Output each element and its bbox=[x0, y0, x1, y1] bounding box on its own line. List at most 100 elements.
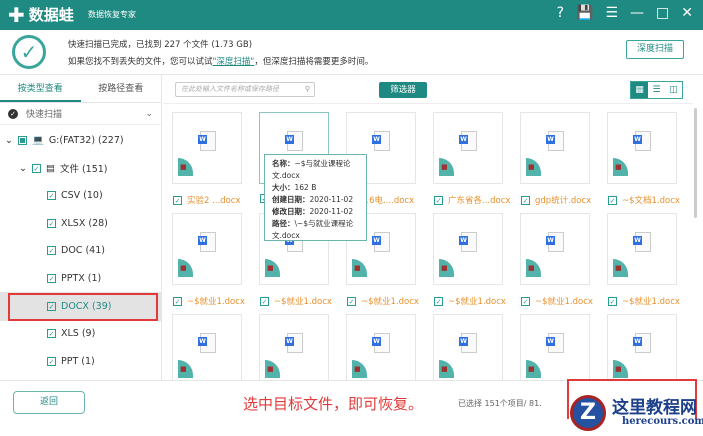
file-name: gdp统计.docx bbox=[535, 196, 592, 206]
file-checkbox[interactable]: ✓ bbox=[173, 195, 182, 205]
file-thumbnail[interactable]: W■ bbox=[520, 314, 590, 380]
tooltip-name-label: 名称： bbox=[272, 159, 295, 168]
file-item[interactable]: ✓ ~$就业1.docx bbox=[521, 295, 593, 307]
back-button[interactable]: 返回 bbox=[13, 391, 85, 414]
file-item[interactable]: ✓ 广东省各...docx bbox=[434, 194, 510, 206]
scrollbar[interactable] bbox=[694, 108, 697, 218]
minimize-button[interactable]: — bbox=[630, 5, 644, 21]
tab-by-path[interactable]: 按路径查看 bbox=[81, 75, 162, 102]
tree-folder[interactable]: ⌄ ✓ ▤ 文件 (151) bbox=[19, 158, 108, 178]
file-checkbox[interactable]: ✓ bbox=[173, 296, 182, 306]
file-item[interactable]: ✓ gdp统计.docx bbox=[521, 194, 591, 206]
check-icon: ✓ bbox=[8, 108, 18, 119]
word-doc-icon: W bbox=[546, 333, 564, 353]
word-doc-icon: W bbox=[546, 232, 564, 252]
file-checkbox[interactable]: ✓ bbox=[347, 296, 356, 306]
file-item[interactable]: ✓ ~$文档1.docx bbox=[608, 194, 680, 206]
search-icon[interactable]: ⚲ bbox=[305, 83, 310, 96]
tooltip-path-label: 路径： bbox=[272, 219, 295, 228]
file-checkbox[interactable]: ✓ bbox=[434, 296, 443, 306]
chevron-down-icon[interactable]: ⌄ bbox=[5, 135, 13, 146]
help-icon[interactable]: ? bbox=[557, 5, 564, 21]
grid-view-icon[interactable]: ▦ bbox=[631, 82, 648, 98]
close-button[interactable]: ✕ bbox=[681, 5, 693, 21]
tree-type-pptx[interactable]: ✓ PPTX (1) bbox=[47, 268, 101, 288]
search-placeholder: 在此处输入文件名称或保存路径 bbox=[181, 85, 279, 93]
maximize-button[interactable]: □ bbox=[656, 5, 669, 21]
file-item[interactable]: ✓ ~$就业1.docx bbox=[434, 295, 506, 307]
deep-scan-link[interactable]: "深度扫描" bbox=[213, 57, 255, 67]
scan-mode-label: 快速扫描 bbox=[26, 110, 63, 120]
checkbox[interactable]: ✓ bbox=[47, 328, 56, 338]
tab-by-type[interactable]: 按类型查看 bbox=[0, 75, 81, 102]
word-doc-icon: W bbox=[459, 333, 477, 353]
file-thumbnail[interactable]: W■ bbox=[172, 314, 242, 380]
checkbox[interactable]: ✓ bbox=[47, 356, 56, 366]
file-checkbox[interactable]: ✓ bbox=[608, 195, 617, 205]
file-thumbnail[interactable]: W■ bbox=[172, 112, 242, 184]
file-checkbox[interactable]: ✓ bbox=[521, 195, 530, 205]
toolbar: 在此处输入文件名称或保存路径 ⚲ 筛选器 ▦ ☰ ◫ bbox=[163, 75, 703, 103]
tree-type-csv[interactable]: ✓ CSV (10) bbox=[47, 185, 103, 205]
file-checkbox[interactable]: ✓ bbox=[608, 296, 617, 306]
tree-type-ppt[interactable]: ✓ PPT (1) bbox=[47, 351, 95, 371]
file-item[interactable]: ✓ ~$就业1.docx bbox=[347, 295, 419, 307]
file-thumbnail[interactable]: W■ bbox=[172, 213, 242, 285]
footer: 返回 选中目标文件，即可恢复。 已选择 151个项目/ 81. Z 这里教程网 … bbox=[0, 379, 703, 435]
deleted-badge-icon: ■ bbox=[613, 158, 628, 176]
type-label: PPT (1) bbox=[61, 355, 95, 367]
tree-type-xlsx[interactable]: ✓ XLSX (28) bbox=[47, 213, 108, 233]
checkbox[interactable]: ✓ bbox=[47, 218, 56, 228]
watermark-logo-icon: Z bbox=[570, 395, 606, 431]
file-thumbnail[interactable]: W■ bbox=[607, 112, 677, 184]
tooltip-size-label: 大小： bbox=[272, 183, 295, 192]
drive-checkbox[interactable] bbox=[17, 135, 27, 145]
file-thumbnail[interactable]: W■ bbox=[520, 213, 590, 285]
deleted-badge-icon: ■ bbox=[439, 360, 454, 378]
file-item[interactable]: ✓ 实验2 ...docx bbox=[173, 194, 241, 206]
filter-button[interactable]: 筛选器 bbox=[379, 82, 427, 98]
chevron-down-icon[interactable]: ⌄ bbox=[19, 163, 27, 174]
tree-type-xls[interactable]: ✓ XLS (9) bbox=[47, 323, 95, 343]
checkbox[interactable]: ✓ bbox=[47, 245, 56, 255]
file-thumbnail[interactable]: W■ bbox=[259, 314, 329, 380]
file-thumbnail[interactable]: W■ bbox=[607, 314, 677, 380]
file-name: ~$文档1.docx bbox=[622, 196, 680, 206]
file-item[interactable]: ✓ ~$就业1.docx bbox=[260, 295, 332, 307]
hint-prefix: 如果您找不到丢失的文件，您可以试试 bbox=[68, 57, 213, 67]
file-name: 广东省各...docx bbox=[448, 196, 511, 206]
scan-mode-dropdown[interactable]: ✓ 快速扫描 ⌄ bbox=[0, 103, 161, 125]
deleted-badge-icon: ■ bbox=[265, 360, 280, 378]
menu-icon[interactable]: ☰ bbox=[605, 5, 618, 21]
deep-scan-button[interactable]: 深度扫描 bbox=[626, 40, 684, 59]
word-doc-icon: W bbox=[198, 232, 216, 252]
title-bar: ✚ 数据蛙 数据恢复专家 ? 💾 ☰ — □ ✕ bbox=[0, 0, 703, 30]
file-item[interactable]: ✓ ~$就业1.docx bbox=[608, 295, 680, 307]
file-thumbnail[interactable]: W■ bbox=[520, 112, 590, 184]
file-name: ~$就业1.docx bbox=[622, 297, 680, 307]
file-thumbnail[interactable]: W■ bbox=[433, 213, 503, 285]
file-thumbnail[interactable]: W■ bbox=[433, 314, 503, 380]
file-thumbnail[interactable]: W■ bbox=[346, 314, 416, 380]
file-checkbox[interactable]: ✓ bbox=[434, 195, 443, 205]
folder-checkbox[interactable]: ✓ bbox=[31, 163, 41, 173]
tooltip-modified-label: 修改日期： bbox=[272, 207, 310, 216]
tree-drive[interactable]: ⌄ 💻 G:(FAT32) (227) bbox=[5, 130, 124, 150]
file-name: ~$就业1.docx bbox=[274, 297, 332, 307]
watermark-url: herecours.com bbox=[622, 416, 703, 427]
folder-icon: ▤ bbox=[45, 162, 55, 174]
save-icon[interactable]: 💾 bbox=[576, 5, 593, 21]
checkbox[interactable]: ✓ bbox=[47, 190, 56, 200]
file-checkbox[interactable]: ✓ bbox=[260, 296, 269, 306]
folder-label: 文件 (151) bbox=[59, 164, 108, 175]
tree-type-doc[interactable]: ✓ DOC (41) bbox=[47, 240, 105, 260]
file-thumbnail[interactable]: W■ bbox=[607, 213, 677, 285]
file-item[interactable]: ✓ ~$就业1.docx bbox=[173, 295, 245, 307]
word-doc-icon: W bbox=[198, 131, 216, 151]
detail-view-icon[interactable]: ◫ bbox=[665, 82, 682, 98]
list-view-icon[interactable]: ☰ bbox=[648, 82, 665, 98]
checkbox[interactable]: ✓ bbox=[47, 273, 56, 283]
file-checkbox[interactable]: ✓ bbox=[521, 296, 530, 306]
search-input[interactable]: 在此处输入文件名称或保存路径 ⚲ bbox=[175, 82, 315, 97]
file-thumbnail[interactable]: W■ bbox=[433, 112, 503, 184]
